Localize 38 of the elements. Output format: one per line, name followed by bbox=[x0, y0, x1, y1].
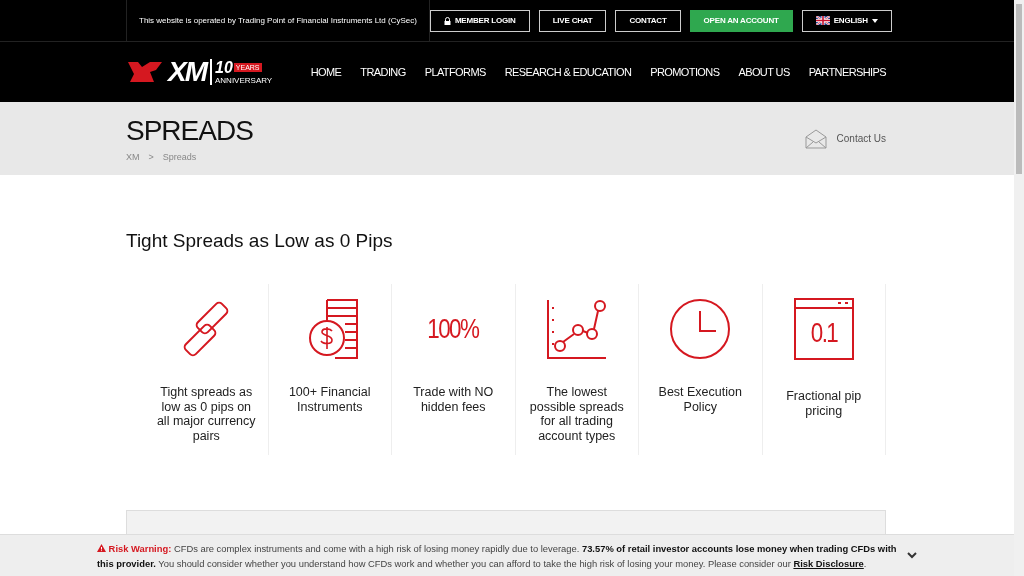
operator-notice: This website is operated by Trading Point of Financial Instruments Ltd (CySec) bbox=[126, 0, 430, 41]
logo-anniversary-text: ANNIVERSARY bbox=[215, 76, 273, 86]
feature-text: The lowest possible spreads for all trading account types bbox=[528, 385, 625, 443]
percent-icon: 100% bbox=[427, 298, 479, 360]
caret-icon bbox=[871, 18, 878, 23]
line-chart-icon bbox=[545, 298, 608, 360]
risk-disclosure-link[interactable]: Risk Disclosure bbox=[793, 557, 864, 569]
nav-link[interactable]: PARTNERSHIPS bbox=[808, 66, 886, 78]
feature-text: Tight spreads as low as 0 pips on all major currency pairs bbox=[155, 385, 257, 443]
feature-text: 100+ Financial Instruments bbox=[287, 385, 372, 414]
page-title: SPREADS bbox=[126, 115, 253, 147]
lock-icon bbox=[443, 16, 451, 25]
risk-warning-text: Risk Warning: CFDs are complex instruments and come with a high risk of losing money rapidly due to leverage. 73.57% of retail investor accounts lose money when trading CFDs with this provider. You should consider whether you understand how CFDs work and whether you can afford to take the high risk of losing your money. Please consider our Risk Disclosure. bbox=[97, 541, 897, 571]
nav-link[interactable]: PROMOTIONS bbox=[650, 66, 720, 78]
chevron-down-icon[interactable] bbox=[907, 552, 917, 559]
language-selector[interactable]: ENGLISH bbox=[801, 9, 892, 32]
header-button[interactable]: LIVE CHAT bbox=[538, 9, 607, 32]
feature-text: Fractional pip pricing bbox=[785, 389, 863, 418]
section-heading: Tight Spreads as Low as 0 Pips bbox=[126, 230, 394, 252]
clock-icon bbox=[669, 298, 732, 360]
nav-link[interactable]: TRADING bbox=[360, 66, 406, 78]
logo-anniversary-number: 10 bbox=[215, 58, 233, 77]
header-button[interactable]: CONTACT bbox=[615, 9, 681, 32]
nav-link[interactable]: ABOUT US bbox=[738, 66, 790, 78]
feature-text: Trade with NO hidden fees bbox=[412, 385, 495, 414]
warning-icon bbox=[97, 543, 106, 552]
envelope-icon bbox=[804, 128, 827, 149]
logo-text: XM bbox=[168, 56, 206, 88]
scrollbar[interactable] bbox=[1014, 0, 1024, 576]
feature-text: Best Execution Policy bbox=[657, 385, 743, 414]
breadcrumb-current: Spreads bbox=[162, 152, 197, 162]
uk-flag-icon bbox=[815, 16, 830, 25]
contact-us-link[interactable]: Contact Us bbox=[836, 133, 886, 144]
member-login-button[interactable]: MEMBER LOGIN bbox=[429, 9, 530, 32]
nav-link[interactable]: HOME bbox=[310, 66, 342, 78]
nav-link[interactable]: PLATFORMS bbox=[424, 66, 486, 78]
nav-link[interactable]: RESEARCH & EDUCATION bbox=[504, 66, 632, 78]
breadcrumb-separator: > bbox=[148, 152, 154, 162]
